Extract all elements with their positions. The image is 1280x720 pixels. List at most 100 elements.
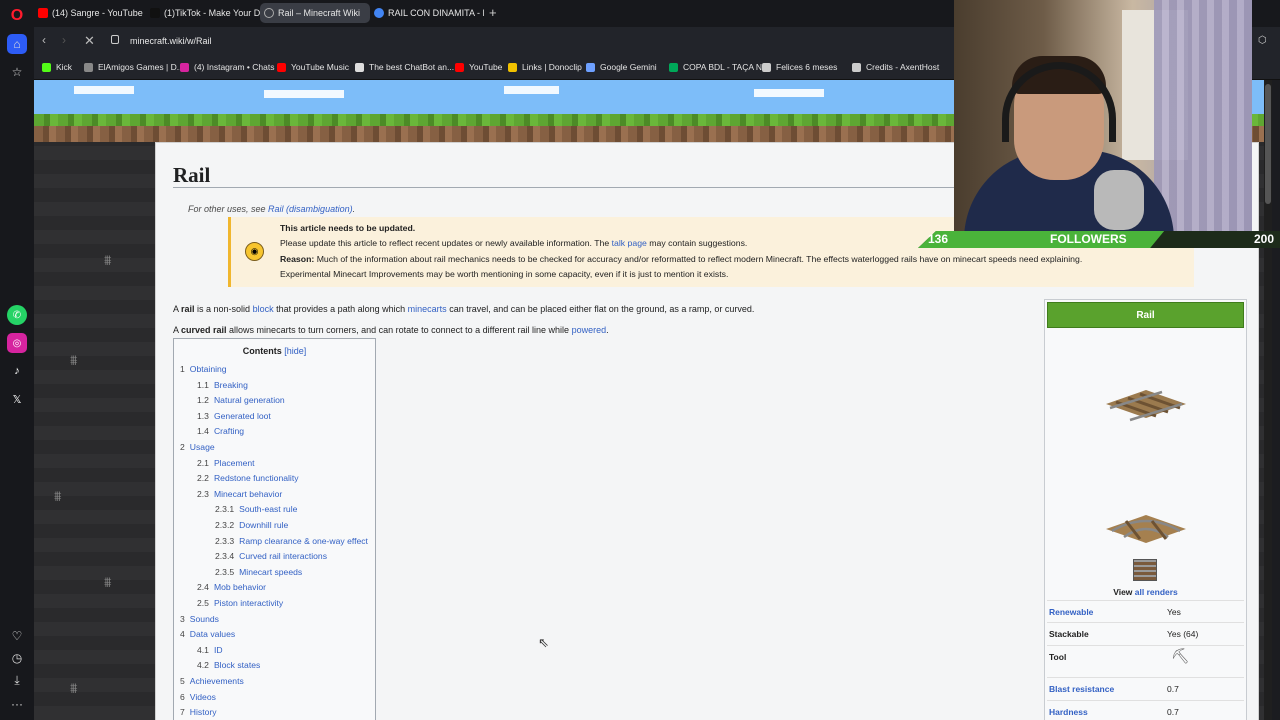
tiktok-icon[interactable]: ♪	[7, 361, 27, 381]
toc-item[interactable]: 2.1 Placement	[197, 458, 255, 468]
bookmark-item[interactable]: Links | Donoclip	[508, 62, 582, 72]
talk-page-link[interactable]: talk page	[612, 238, 647, 248]
toc-item[interactable]: 2 Usage	[180, 442, 215, 452]
toc-item[interactable]: 1.1 Breaking	[197, 380, 248, 390]
toc-link[interactable]: Breaking	[214, 380, 248, 390]
toc-number: 5	[180, 676, 185, 686]
opera-logo-icon[interactable]: O	[7, 6, 27, 26]
tab-favicon-icon	[374, 8, 384, 18]
toc-item[interactable]: 1 Obtaining	[180, 364, 227, 374]
toc-link[interactable]: Usage	[190, 442, 215, 452]
bookmark-item[interactable]: COPA BDL - TAÇA N...	[669, 62, 769, 72]
toc-link[interactable]: Mob behavior	[214, 582, 266, 592]
infobox-key[interactable]: Renewable	[1049, 607, 1093, 617]
toc-link[interactable]: Sounds	[190, 614, 219, 624]
toc-item[interactable]: 4.2 Block states	[197, 660, 260, 670]
bookmark-item[interactable]: Kick	[42, 62, 72, 72]
toc-link[interactable]: Minecart speeds	[239, 567, 302, 577]
toc-item[interactable]: 2.2 Redstone functionality	[197, 473, 299, 483]
toc-item[interactable]: 2.3.5 Minecart speeds	[215, 567, 302, 577]
text: A	[173, 325, 182, 335]
toc-item[interactable]: 2.3.4 Curved rail interactions	[215, 551, 327, 561]
toc-link[interactable]: Block states	[214, 660, 260, 670]
new-tab-plus-icon[interactable]: +	[489, 5, 497, 20]
webcam-curtain	[1154, 0, 1252, 231]
toc-item[interactable]: 6 Videos	[180, 692, 216, 702]
infobox-key[interactable]: Hardness	[1049, 707, 1088, 717]
bookmark-item[interactable]: Felices 6 meses	[762, 62, 837, 72]
bookmark-item[interactable]: The best ChatBot an...	[355, 62, 454, 72]
toc-link[interactable]: Placement	[214, 458, 255, 468]
toc-item[interactable]: 7 History	[180, 707, 217, 717]
toc-item[interactable]: 5 Achievements	[180, 676, 244, 686]
x-icon[interactable]: 𝕏	[7, 389, 27, 409]
toc-link[interactable]: Crafting	[214, 426, 244, 436]
tab-tiktok[interactable]: (1)TikTok - Make Your Day	[146, 3, 260, 23]
toc-link[interactable]: Minecart behavior	[214, 489, 282, 499]
lock-icon[interactable]	[111, 35, 119, 44]
toc-item[interactable]: 1.4 Crafting	[197, 426, 244, 436]
extension-icon[interactable]: ⬡	[1258, 35, 1267, 46]
toc-link[interactable]: ID	[214, 645, 223, 655]
star-icon[interactable]: ☆	[7, 62, 27, 82]
rail-decoration-icon: ⩩	[104, 252, 112, 268]
bookmark-item[interactable]: Credits - AxentHost	[852, 62, 939, 72]
history-clock-icon[interactable]: ◷	[7, 648, 27, 668]
back-arrow-icon[interactable]: ‹	[42, 33, 46, 47]
page-scrollbar[interactable]	[1264, 80, 1272, 720]
bookmark-item[interactable]: ElAmigos Games | D...	[84, 62, 184, 72]
tab-favicon-icon	[150, 8, 160, 18]
tab-rail-dinamita[interactable]: RAIL CON DINAMITA - Bu...	[370, 3, 484, 23]
toc-item[interactable]: 1.2 Natural generation	[197, 395, 285, 405]
heart-icon[interactable]: ♡	[7, 626, 27, 646]
bookmark-label: ElAmigos Games | D...	[98, 62, 184, 72]
bookmark-item[interactable]: (4) Instagram • Chats	[180, 62, 274, 72]
tab-youtube[interactable]: (14) Sangre - YouTube	[34, 3, 146, 23]
bookmark-item[interactable]: Google Gemini	[586, 62, 657, 72]
toc-item[interactable]: 2.5 Piston interactivity	[197, 598, 283, 608]
toc-link[interactable]: Downhill rule	[239, 520, 288, 530]
toc-link[interactable]: Obtaining	[190, 364, 227, 374]
toc-item[interactable]: 2.3.1 South-east rule	[215, 504, 297, 514]
pickaxe-icon[interactable]: ⛏	[1171, 647, 1190, 665]
powered-link[interactable]: powered	[572, 325, 607, 335]
toc-link[interactable]: Achievements	[190, 676, 244, 686]
toc-link[interactable]: Natural generation	[214, 395, 285, 405]
toc-link[interactable]: Piston interactivity	[214, 598, 283, 608]
toc-item[interactable]: 2.3.2 Downhill rule	[215, 520, 288, 530]
toc-item[interactable]: 2.3.3 Ramp clearance & one-way effect	[215, 536, 368, 546]
disambiguation-link[interactable]: Rail (disambiguation)	[268, 204, 353, 214]
scrollbar-thumb[interactable]	[1265, 84, 1271, 204]
block-link[interactable]: block	[253, 304, 274, 314]
url-input[interactable]: minecraft.wiki/w/Rail	[130, 36, 212, 46]
toc-item[interactable]: 1.3 Generated loot	[197, 411, 271, 421]
tab-minecraft-wiki[interactable]: Rail – Minecraft Wiki	[260, 3, 370, 23]
toc-link[interactable]: Data values	[190, 629, 235, 639]
all-renders-link[interactable]: all renders	[1135, 587, 1178, 597]
whatsapp-icon[interactable]: ✆	[7, 305, 27, 325]
toc-link[interactable]: Videos	[190, 692, 216, 702]
bookmark-item[interactable]: YouTube	[455, 62, 502, 72]
toc-item[interactable]: 4.1 ID	[197, 645, 223, 655]
more-icon[interactable]: ···	[7, 694, 27, 714]
forward-arrow-icon[interactable]: ›	[62, 33, 66, 47]
toc-hide-link[interactable]: [hide]	[284, 346, 306, 356]
toc-link[interactable]: Redstone functionality	[214, 473, 299, 483]
toc-item[interactable]: 2.3 Minecart behavior	[197, 489, 282, 499]
toc-link[interactable]: Generated loot	[214, 411, 271, 421]
toc-link[interactable]: Curved rail interactions	[239, 551, 327, 561]
minecarts-link[interactable]: minecarts	[408, 304, 447, 314]
toc-link[interactable]: South-east rule	[239, 504, 297, 514]
toc-item[interactable]: 4 Data values	[180, 629, 235, 639]
home-icon[interactable]: ⌂	[7, 34, 27, 54]
stop-loading-icon[interactable]: ✕	[84, 33, 95, 49]
toc-item[interactable]: 3 Sounds	[180, 614, 219, 624]
toc-number: 2.4	[197, 582, 209, 593]
bookmark-item[interactable]: YouTube Music	[277, 62, 349, 72]
toc-item[interactable]: 2.4 Mob behavior	[197, 582, 266, 592]
download-icon[interactable]: ⤓	[7, 670, 27, 690]
instagram-icon[interactable]: ◎	[7, 333, 27, 353]
toc-link[interactable]: History	[190, 707, 217, 717]
toc-link[interactable]: Ramp clearance & one-way effect	[239, 536, 368, 546]
infobox-key[interactable]: Blast resistance	[1049, 684, 1114, 694]
